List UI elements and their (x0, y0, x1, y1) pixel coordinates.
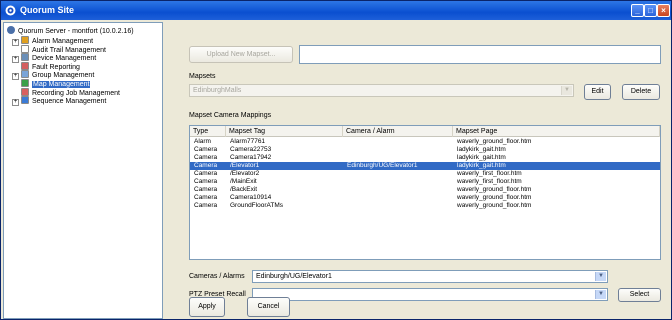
column-header-camera-alarm[interactable]: Camera / Alarm (343, 126, 453, 137)
table-cell: waverly_ground_floor.htm (457, 194, 532, 201)
table-row[interactable]: Camera Camera10914 waverly_ground_floor.ht… (190, 194, 660, 202)
table-cell: Camera (194, 170, 218, 177)
column-header-mapset-tag[interactable]: Mapset Tag (226, 126, 343, 137)
upload-path-field[interactable] (299, 45, 661, 64)
mapsets-dropdown[interactable]: EdinburghMalls ▼ (189, 84, 574, 97)
cameras-alarms-label: Cameras / Alarms (189, 273, 245, 280)
table-row[interactable]: Camera/Elevator2 waverly_first_floor.htm (190, 170, 660, 178)
table-cell: ladykirk_gait.htm (457, 162, 506, 169)
table-cell: Edinburgh/UG/Elevator1 (347, 162, 418, 169)
table-cell: Camera (194, 162, 218, 169)
apply-button[interactable]: Apply (189, 297, 225, 317)
table-cell: Camera (194, 146, 218, 153)
table-row[interactable]: Camera GroundFloorATMs waverly_ground_floo… (190, 202, 660, 210)
table-cell: /Elevator2 (230, 170, 260, 177)
cameras-alarms-dropdown[interactable]: Edinburgh/UG/Elevator1 ▼ (252, 270, 608, 283)
tree-item-label: Sequence Management (32, 98, 107, 106)
column-header-type[interactable]: Type (190, 126, 226, 137)
minimize-icon[interactable]: _ (631, 4, 644, 17)
close-icon[interactable]: × (657, 4, 670, 17)
document-icon (21, 44, 29, 53)
globe-icon (21, 79, 29, 87)
mappings-table: Type Mapset Tag Camera / Alarm Mapset Pa… (189, 125, 661, 260)
table-cell: waverly_ground_floor.htm (457, 202, 532, 209)
cancel-button[interactable]: Cancel (247, 297, 290, 317)
window-title: Quorum Site (20, 5, 75, 15)
cameras-alarms-selected: Edinburgh/UG/Elevator1 (256, 273, 332, 280)
expand-icon[interactable]: + (12, 99, 19, 107)
upload-mapset-button[interactable]: Upload New Mapset... (189, 46, 293, 63)
mapsets-selected: EdinburghMalls (193, 87, 242, 94)
chevron-down-icon: ▼ (595, 290, 606, 299)
table-cell: waverly_first_floor.htm (457, 170, 522, 177)
delete-button[interactable]: Delete (622, 84, 660, 100)
table-cell: GroundFloorATMs (230, 202, 283, 209)
table-row[interactable]: Alarm Alarm77761 waverly_ground_floor.htm (190, 138, 660, 146)
table-row[interactable]: Camera/Elevator1 Edinburgh/UG/Elevator1 la… (190, 162, 660, 170)
tree-root[interactable]: Quorum Server - montfort (10.0.2.16) (7, 26, 134, 36)
ptz-preset-dropdown[interactable]: ▼ (252, 288, 608, 301)
table-cell: ladykirk_gait.htm (457, 146, 506, 153)
edit-button[interactable]: Edit (584, 84, 611, 100)
app-logo-icon (5, 5, 16, 16)
table-cell: Camera10914 (230, 194, 272, 201)
title-bar: Quorum Site _ □ × (1, 1, 671, 20)
table-cell: Camera (194, 186, 218, 193)
calendar-icon (21, 87, 29, 96)
app-window: Quorum Site _ □ × Quorum Server - montfo… (0, 0, 672, 320)
table-cell: Alarm (194, 138, 211, 145)
sequence-icon (21, 96, 29, 105)
table-cell: Camera (194, 194, 218, 201)
table-row[interactable]: Camera/BackExit waverly_ground_floor.htm (190, 186, 660, 194)
table-row[interactable]: Camera Camera22753 ladykirk_gait.htm (190, 146, 660, 154)
fault-icon (21, 61, 29, 70)
server-icon (7, 26, 15, 34)
chevron-down-icon: ▼ (595, 272, 606, 281)
select-button[interactable]: Select (618, 288, 661, 302)
navigation-tree: Quorum Server - montfort (10.0.2.16) + Al… (3, 22, 163, 319)
mapsets-label: Mapsets (189, 73, 216, 80)
group-icon (21, 70, 29, 79)
map-management-panel: Upload New Mapset... Mapsets EdinburghMa… (166, 22, 671, 319)
table-cell: Camera (194, 178, 218, 185)
table-cell: waverly_ground_floor.htm (457, 138, 532, 145)
column-header-mapset-page[interactable]: Mapset Page (453, 126, 660, 137)
table-cell: Camera (194, 202, 218, 209)
table-cell: /BackExit (230, 186, 258, 193)
table-row[interactable]: Camera Camera17942 ladykirk_gait.htm (190, 154, 660, 162)
table-cell: Camera (194, 154, 218, 161)
table-row[interactable]: Camera/MainExit waverly_first_floor.htm (190, 178, 660, 186)
tree-root-label: Quorum Server - montfort (10.0.2.16) (18, 28, 134, 35)
table-cell: Camera17942 (230, 154, 272, 161)
table-cell: /MainExit (230, 178, 257, 185)
table-cell: ladykirk_gait.htm (457, 154, 506, 161)
table-cell: /Elevator1 (230, 162, 260, 169)
table-header: Type Mapset Tag Camera / Alarm Mapset Pa… (190, 126, 660, 137)
tree-item-sequence-management[interactable]: + Sequence Management (12, 96, 107, 107)
bell-icon (21, 36, 29, 44)
chevron-down-icon: ▼ (561, 86, 572, 95)
device-icon (21, 53, 29, 62)
table-cell: Alarm77761 (230, 138, 266, 145)
mappings-label: Mapset Camera Mappings (189, 112, 272, 119)
maximize-icon[interactable]: □ (644, 4, 657, 17)
table-cell: waverly_first_floor.htm (457, 178, 522, 185)
table-cell: Camera22753 (230, 146, 272, 153)
table-cell: waverly_ground_floor.htm (457, 186, 532, 193)
